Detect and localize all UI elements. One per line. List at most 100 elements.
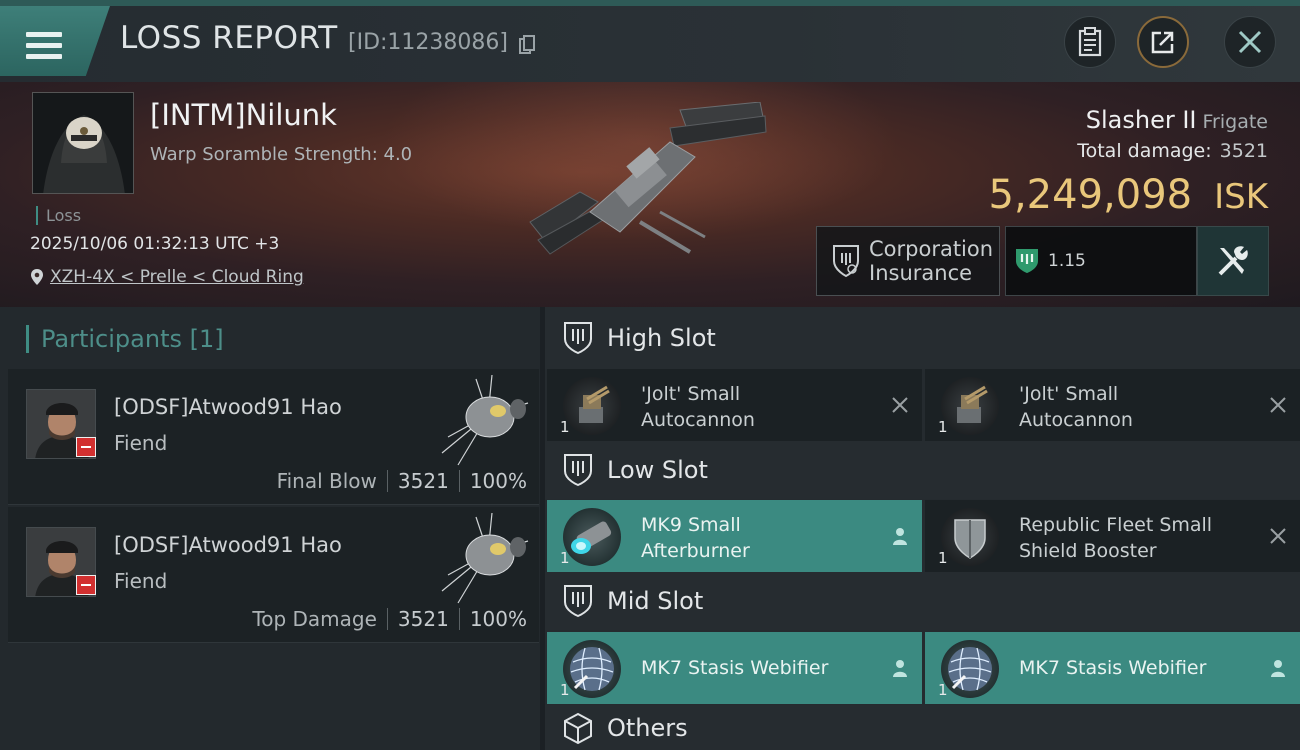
isk-value: 5,249,098 — [988, 172, 1193, 218]
participant-name[interactable]: [ODSF]Atwood91 Hao — [114, 395, 342, 419]
fitting-button[interactable] — [1197, 226, 1269, 296]
mid-slot-title: Mid Slot — [607, 587, 704, 615]
module-item[interactable]: 1 'Jolt' Small Autocannon — [925, 369, 1300, 441]
slot-shield-icon — [564, 454, 592, 487]
total-damage: Total damage: 3521 — [1077, 140, 1268, 162]
module-item[interactable]: 1 'Jolt' Small Autocannon — [547, 369, 922, 441]
module-name: 'Jolt' Small Autocannon — [641, 383, 755, 431]
module-quantity: 1 — [560, 681, 570, 699]
high-slot-header: High Slot — [545, 307, 1300, 369]
share-button[interactable] — [1137, 16, 1189, 68]
total-damage-value: 3521 — [1219, 140, 1268, 162]
module-item[interactable]: 1 MK9 Small Afterburner — [547, 500, 922, 572]
report-id: [ID:11238086] — [348, 30, 508, 55]
module-name: MK9 Small Afterburner — [641, 514, 750, 562]
insurance-label-line1: Corporation — [869, 237, 994, 261]
participants-count: [1] — [189, 325, 224, 353]
module-quantity: 1 — [560, 549, 570, 567]
participant-row[interactable]: [ODSF]Atwood91 Hao Fiend Top Damage 3521… — [8, 507, 539, 643]
warp-scramble-strength: Warp Soramble Strength: 4.0 — [150, 144, 413, 165]
participant-damage: 3521 — [397, 469, 449, 493]
close-icon — [1238, 30, 1262, 54]
x-icon — [1270, 397, 1286, 413]
isk-unit: ISK — [1214, 177, 1268, 217]
ship-name[interactable]: Slasher II — [1086, 106, 1197, 134]
participant-ship: Fiend — [114, 569, 168, 593]
page-title: LOSS REPORT — [120, 20, 338, 56]
autocannon-icon — [941, 377, 999, 435]
module-item[interactable]: 1 MK7 Stasis Webifier — [925, 632, 1300, 704]
participants-title: Participants — [41, 325, 182, 353]
stasis-webifier-icon — [941, 640, 999, 698]
location-pin-icon — [31, 269, 43, 285]
clipboard-icon — [1078, 27, 1102, 57]
participants-panel: Participants [1] [ODSF]Atwood91 Hao Fien… — [0, 307, 540, 750]
module-quantity: 1 — [938, 418, 948, 436]
isk-value-row: 5,249,098 ISK — [989, 172, 1268, 218]
module-name: 'Jolt' Small Autocannon — [1019, 383, 1133, 431]
person-icon — [1271, 660, 1285, 677]
participants-header: Participants [1] — [26, 325, 224, 353]
low-slot-title: Low Slot — [607, 456, 708, 484]
others-title: Others — [607, 713, 688, 742]
menu-button[interactable] — [0, 6, 110, 76]
victim-avatar[interactable] — [32, 92, 134, 194]
ship-render-icon — [529, 102, 767, 255]
result-label: Loss — [36, 206, 81, 225]
victim-portrait-icon — [33, 93, 133, 193]
multiplier-value: 1.15 — [1048, 251, 1086, 271]
fitting-panel: High Slot 1 'Jolt' Small Autocannon 1 'J… — [545, 307, 1300, 750]
participant-role: Final Blow — [276, 469, 377, 493]
close-button[interactable] — [1224, 16, 1276, 68]
high-slot-title: High Slot — [607, 324, 716, 352]
wrench-screwdriver-icon — [1218, 246, 1248, 276]
location-link[interactable]: XZH-4X < Prelle < Cloud Ring — [30, 267, 304, 287]
hostile-badge — [76, 575, 96, 595]
participant-row[interactable]: [ODSF]Atwood91 Hao Fiend Final Blow 3521… — [8, 369, 539, 505]
insurance-level-icon — [1016, 249, 1038, 273]
participant-damage: 3521 — [397, 607, 449, 631]
autocannon-icon — [563, 377, 621, 435]
hostile-badge — [76, 437, 96, 457]
insurance-multiplier: 1.15 — [1005, 226, 1197, 296]
person-icon — [893, 528, 907, 545]
copy-icon[interactable] — [519, 35, 535, 55]
share-icon — [1151, 31, 1174, 54]
slot-shield-icon — [564, 322, 592, 355]
module-item[interactable]: 1 Republic Fleet Small Shield Booster — [925, 500, 1300, 572]
low-slot-header: Low Slot — [545, 441, 1300, 499]
person-icon — [893, 660, 907, 677]
cube-icon — [564, 712, 592, 744]
participant-percent: 100% — [469, 607, 527, 631]
ship-class: Frigate — [1202, 111, 1268, 133]
loss-datetime: 2025/10/06 01:32:13 UTC +3 — [30, 234, 280, 254]
fiend-ship-icon — [441, 375, 529, 466]
module-quantity: 1 — [938, 549, 948, 567]
module-quantity: 1 — [560, 418, 570, 436]
participant-stats: Final Blow 3521 100% — [277, 469, 527, 493]
corporation-insurance-button[interactable]: Corporation Insurance — [816, 226, 1000, 296]
module-name: MK7 Stasis Webifier — [1019, 657, 1207, 679]
ship-type: Slasher II Frigate — [1086, 106, 1268, 134]
mid-slot-header: Mid Slot — [545, 572, 1300, 630]
participant-role: Top Damage — [252, 607, 377, 631]
afterburner-icon — [563, 508, 621, 566]
victim-name[interactable]: [INTM]Nilunk — [150, 98, 337, 132]
module-name: Republic Fleet Small Shield Booster — [1019, 514, 1213, 562]
participant-name[interactable]: [ODSF]Atwood91 Hao — [114, 533, 342, 557]
fiend-ship-icon — [441, 513, 529, 604]
others-header: Others — [545, 705, 1300, 750]
top-bar: LOSS REPORT [ID:11238086] — [0, 0, 1300, 82]
loss-summary: [INTM]Nilunk Warp Soramble Strength: 4.0… — [0, 82, 1300, 307]
total-damage-label: Total damage: — [1077, 140, 1212, 162]
insurance-shield-icon — [833, 245, 859, 278]
location-text: XZH-4X < Prelle < Cloud Ring — [50, 267, 304, 287]
clipboard-button[interactable] — [1064, 16, 1116, 68]
participant-ship: Fiend — [114, 431, 168, 455]
module-item[interactable]: 1 MK7 Stasis Webifier — [547, 632, 922, 704]
module-quantity: 1 — [938, 681, 948, 699]
participant-stats: Top Damage 3521 100% — [252, 607, 527, 631]
x-icon — [892, 397, 908, 413]
insurance-label-line2: Insurance — [869, 261, 973, 285]
x-icon — [1270, 528, 1286, 544]
